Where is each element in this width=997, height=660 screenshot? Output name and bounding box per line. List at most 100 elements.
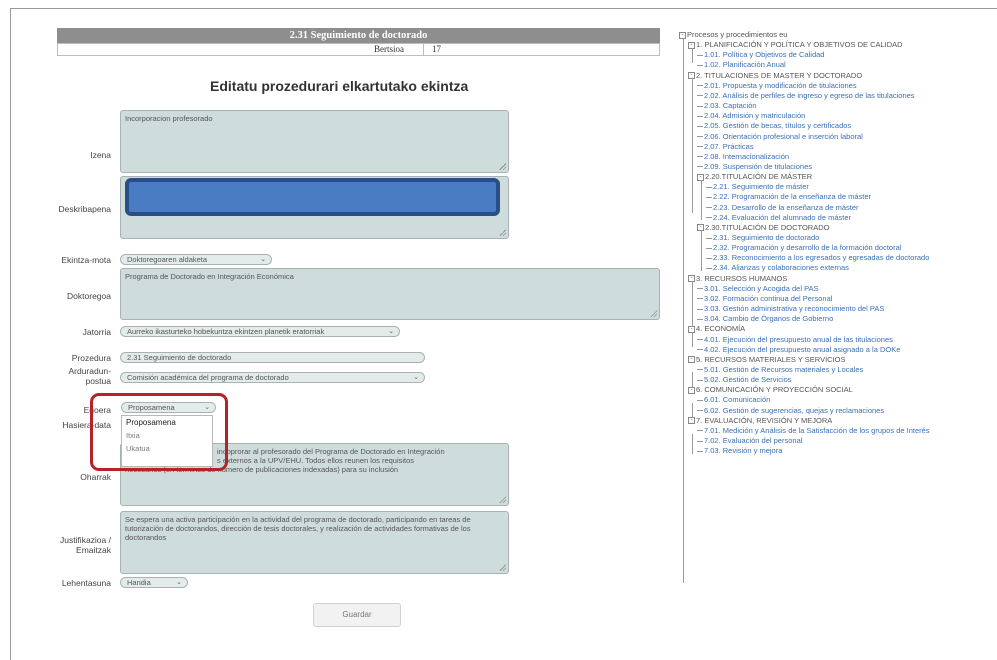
red-callout-highlight [90, 393, 228, 471]
tree-item-label: 1.01. Política y Objetivos de Calidad [704, 50, 825, 60]
tree-link[interactable]: 2.21. Seguimiento de máster [706, 182, 809, 192]
resize-grip-icon[interactable] [650, 310, 657, 317]
tree-link[interactable]: 2.04. Admisión y matriculación [697, 111, 805, 121]
tree-connector [706, 217, 712, 219]
tree-connector [697, 450, 703, 452]
tree-node[interactable]: -5. RECURSOS MATERIALES Y SERVICIOS [688, 355, 846, 365]
tree-link[interactable]: 2.24. Evaluación del alumnado de máster [706, 213, 851, 223]
tree-link[interactable]: 4.02. Ejecución del presupuesto anual as… [697, 345, 900, 355]
tree-item-label: 6.01. Comunicación [704, 395, 771, 405]
save-button[interactable]: Guardar [313, 603, 401, 627]
tree-link[interactable]: 2.22. Programación de la enseñanza de má… [706, 192, 871, 202]
tree-connector [697, 95, 703, 97]
resize-grip-icon[interactable] [499, 564, 506, 571]
tree-connector [697, 115, 703, 117]
version-separator [423, 43, 424, 56]
tree-node[interactable]: -6. COMUNICACIÓN Y PROYECCIÓN SOCIAL [688, 385, 853, 395]
tree-link[interactable]: 2.06. Orientación profesional e inserció… [697, 132, 863, 142]
prozedura-field[interactable]: 2.31 Seguimiento de doctorado [120, 352, 425, 363]
collapse-toggle-icon[interactable]: - [688, 386, 695, 394]
tree-link[interactable]: 5.02. Gestión de Servicios [697, 375, 792, 385]
tree-node[interactable]: -1. PLANIFICACIÓN Y POLÍTICA Y OBJETIVOS… [688, 40, 903, 50]
tree-item-label: 3.04. Cambio de Órganos de Gobierno [704, 314, 834, 324]
tree-node[interactable]: -2.30.TITULACIÓN DE DOCTORADO [697, 223, 829, 233]
label-justifikazioa-line1: Justifikazioa / [59, 535, 111, 545]
tree-item-label: 7. EVALUACIÓN, REVISIÓN Y MEJORA [696, 415, 833, 425]
tree-link[interactable]: 4.01. Ejecución del presupuesto anual de… [697, 335, 893, 345]
tree-item-label: 2.21. Seguimiento de máster [713, 182, 809, 192]
tree-guide-line [692, 403, 693, 418]
resize-grip-icon[interactable] [499, 229, 506, 236]
tree-link[interactable]: 5.01. Gestión de Recursos materiales y L… [697, 365, 863, 375]
ekintza-mota-value: Doktoregoaren aldaketa [127, 255, 208, 264]
tree-link[interactable]: 7.01. Medición y Análisis de la Satisfac… [697, 426, 930, 436]
tree-connector [697, 339, 703, 341]
tree-link[interactable]: 3.01. Selección y Acogida del PAS [697, 284, 819, 294]
tree-link[interactable]: 7.02. Evaluación del personal [697, 436, 802, 446]
tree-guide-line [701, 231, 702, 271]
arduradun-value: Comisión académica del programa de docto… [127, 373, 289, 382]
tree-link[interactable]: 2.31. Seguimiento de doctorado [706, 233, 819, 243]
lehentasuna-select[interactable]: Handia ⌄ [120, 577, 188, 588]
tree-connector [697, 379, 703, 381]
tree-connector [697, 440, 703, 442]
tree-link[interactable]: 2.07. Prácticas [697, 142, 754, 152]
tree-connector [697, 410, 703, 412]
tree-link[interactable]: 2.03. Captación [697, 101, 757, 111]
tree-node[interactable]: -2. TITULACIONES DE MASTER Y DOCTORADO [688, 71, 862, 81]
tree-link[interactable]: 2.33. Reconocimiento a los egresados y e… [706, 253, 929, 263]
tree-link[interactable]: 6.02. Gestión de sugerencias, quejas y r… [697, 406, 884, 416]
label-justifikazioa: Justifikazioa / Emaitzak [40, 535, 111, 555]
ekintza-mota-select[interactable]: Doktoregoaren aldaketa ⌄ [120, 254, 272, 265]
tree-link[interactable]: 2.08. Internacionalización [697, 152, 789, 162]
tree-guide-line [692, 48, 693, 63]
tree-link[interactable]: 2.05. Gestión de becas, títulos y certif… [697, 121, 851, 131]
tree-link[interactable]: 2.23. Desarrollo de la enseñanza de mást… [706, 203, 859, 213]
tree-connector [706, 196, 712, 198]
chevron-down-icon: ⌄ [260, 256, 266, 263]
tree-connector [697, 166, 703, 168]
tree-connector [697, 318, 703, 320]
tree-link[interactable]: 2.02. Análisis de perfiles de ingreso y … [697, 91, 915, 101]
tree-connector [697, 430, 703, 432]
tree-link[interactable]: 3.04. Cambio de Órganos de Gobierno [697, 314, 833, 324]
label-lehentasuna: Lehentasuna [61, 578, 111, 588]
tree-connector [697, 64, 703, 66]
tree-item-label: 2.31. Seguimiento de doctorado [713, 233, 820, 242]
tree-link[interactable]: 2.34. Alianzas y colaboraciones externas [706, 263, 849, 273]
resize-grip-icon[interactable] [499, 496, 506, 503]
tree-node[interactable]: -3. RECURSOS HUMANOS [688, 274, 787, 284]
tree-node[interactable]: -7. EVALUACIÓN, REVISIÓN Y MEJORA [688, 416, 832, 426]
tree-item-label: 3.03. Gestión administrativa y reconocim… [704, 304, 885, 314]
tree-link[interactable]: 1.02. Planificación Anual [697, 60, 786, 70]
resize-grip-icon[interactable] [499, 163, 506, 170]
tree-guide-line [701, 180, 702, 220]
arduradun-postua-select[interactable]: Comisión académica del programa de docto… [120, 372, 425, 383]
tree-link[interactable]: 3.02. Formación continua del Personal [697, 294, 832, 304]
chevron-down-icon: ⌄ [176, 579, 182, 586]
tree-node[interactable]: -4. ECONOMÍA [688, 324, 745, 334]
justifikazioa-textarea[interactable]: Se espera una activa participación en la… [120, 511, 509, 574]
tree-item-label: 2.30.TITULACIÓN DE DOCTORADO [705, 222, 830, 232]
tree-node[interactable]: - Procesos y procedimientos eu [679, 30, 787, 40]
doktoregoa-textarea[interactable]: Programa de Doctorado en Integración Eco… [120, 268, 660, 320]
tree-link[interactable]: 6.01. Comunicación [697, 395, 770, 405]
tree-link[interactable]: 3.03. Gestión administrativa y reconocim… [697, 304, 884, 314]
tree-link[interactable]: 7.03. Revisión y mejora [697, 446, 782, 456]
tree-item-label: 1. PLANIFICACIÓN Y POLÍTICA Y OBJETIVOS … [696, 40, 903, 50]
tree-item-label: 7.03. Revisión y mejora [704, 446, 783, 456]
tree-link[interactable]: 2.01. Propuesta y modificación de titula… [697, 81, 857, 91]
tree-link[interactable]: 2.32. Programación y desarrollo de la fo… [706, 243, 901, 253]
collapse-toggle-icon[interactable]: - [688, 417, 695, 425]
jatorria-select[interactable]: Aurreko ikasturteko hobekuntza ekintzen … [120, 326, 400, 337]
collapse-toggle-icon[interactable]: - [688, 356, 695, 364]
label-oharrak: Oharrak [80, 472, 111, 482]
tree-connector [697, 105, 703, 107]
tree-link[interactable]: 2.09. Suspensión de titulaciones [697, 162, 812, 172]
tree-connector [706, 186, 712, 188]
tree-connector [697, 146, 703, 148]
jatorria-value: Aurreko ikasturteko hobekuntza ekintzen … [127, 327, 325, 336]
tree-node[interactable]: -2.20.TITULACIÓN DE MÁSTER [697, 172, 812, 182]
tree-link[interactable]: 1.01. Política y Objetivos de Calidad [697, 50, 824, 60]
izena-textarea[interactable]: Incorporacion profesorado [120, 110, 509, 173]
